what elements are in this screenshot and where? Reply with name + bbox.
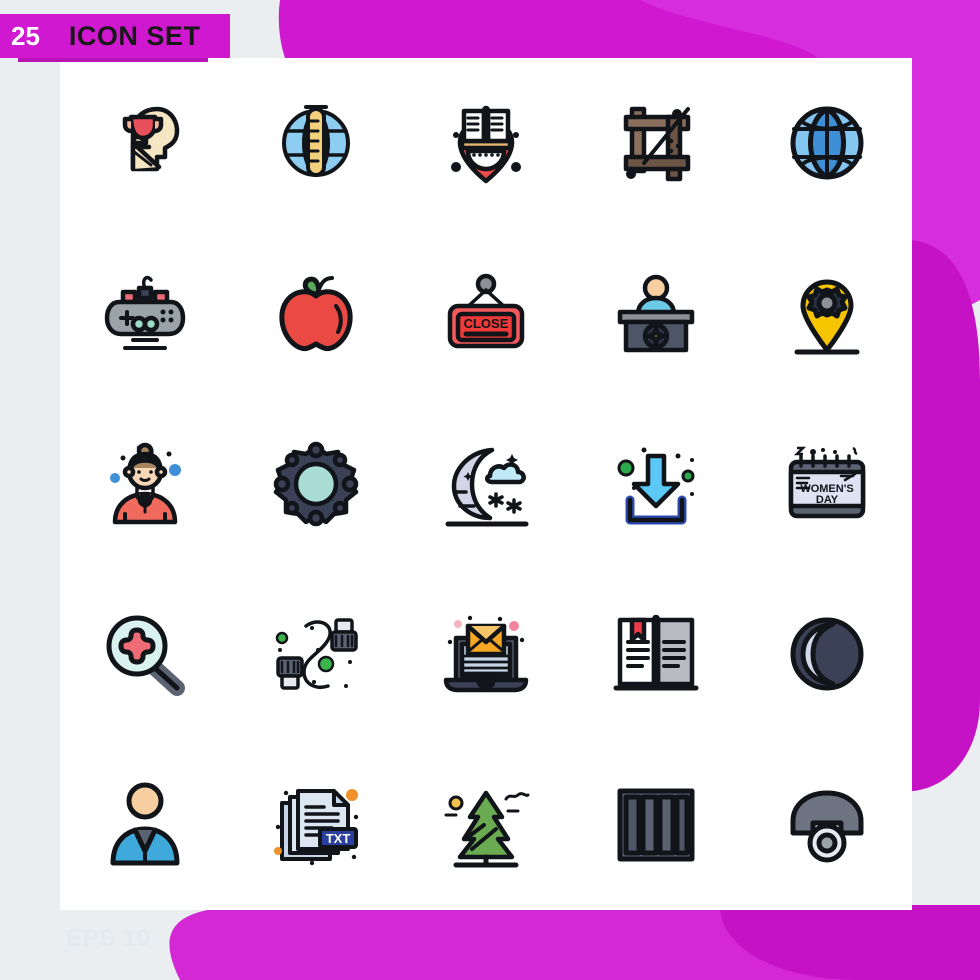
usb-cable-icon bbox=[275, 618, 358, 691]
calendar-line-2: DAY bbox=[816, 494, 839, 506]
icon-cell-4[interactable] bbox=[571, 58, 741, 228]
icon-cell-16[interactable] bbox=[60, 569, 230, 739]
gamepad-icon bbox=[104, 275, 186, 350]
apple-icon bbox=[279, 275, 353, 351]
moon-phase-icon bbox=[790, 617, 864, 691]
icon-cell-6[interactable] bbox=[60, 228, 230, 398]
icon-cell-8[interactable]: CLOSE bbox=[401, 228, 571, 398]
womens-day-calendar-icon: WOMEN'S DAY bbox=[788, 446, 866, 519]
icon-cell-18[interactable] bbox=[401, 569, 571, 739]
icon-cell-3[interactable] bbox=[401, 58, 571, 228]
reception-desk-icon bbox=[618, 274, 695, 352]
download-icon bbox=[617, 447, 695, 525]
title-underline bbox=[18, 58, 208, 62]
icon-cell-15[interactable]: WOMEN'S DAY bbox=[742, 399, 912, 569]
icon-cell-13[interactable] bbox=[401, 399, 571, 569]
icon-cell-11[interactable] bbox=[60, 399, 230, 569]
telephone-icon bbox=[790, 790, 864, 863]
icon-cell-2[interactable] bbox=[230, 58, 400, 228]
icon-cell-25[interactable] bbox=[742, 740, 912, 910]
night-snow-icon bbox=[445, 447, 529, 527]
header-bar: 25 ICON SET bbox=[0, 14, 200, 58]
icon-cell-23[interactable] bbox=[401, 740, 571, 910]
close-sign-text: CLOSE bbox=[464, 316, 509, 331]
page-title: ICON SET bbox=[68, 20, 201, 51]
icon-grid: CLOSE WOMEN'S DAY TXT bbox=[60, 58, 912, 910]
heart-book-icon bbox=[450, 106, 521, 184]
txt-file-icon: TXT bbox=[273, 788, 358, 865]
icon-cell-22[interactable]: TXT bbox=[230, 740, 400, 910]
search-plus-icon bbox=[106, 615, 186, 697]
head-trophy-icon bbox=[122, 106, 180, 172]
laptop-email-icon bbox=[443, 616, 529, 693]
settings-gear-icon bbox=[273, 441, 358, 527]
icon-count-badge: 25 bbox=[0, 14, 51, 58]
globe-world-icon bbox=[790, 106, 864, 180]
icon-cell-10[interactable] bbox=[742, 228, 912, 398]
globe-thermometer-icon bbox=[281, 105, 350, 178]
icon-cell-7[interactable] bbox=[230, 228, 400, 398]
icon-cell-21[interactable] bbox=[60, 740, 230, 910]
icon-cell-14[interactable] bbox=[571, 399, 741, 569]
icon-cell-24[interactable] bbox=[571, 740, 741, 910]
open-book-icon bbox=[613, 615, 699, 691]
icon-cell-20[interactable] bbox=[742, 569, 912, 739]
icon-cell-12[interactable] bbox=[230, 399, 400, 569]
icon-cell-9[interactable] bbox=[571, 228, 741, 398]
woman-avatar-icon bbox=[110, 442, 182, 525]
icon-cell-19[interactable] bbox=[571, 569, 741, 739]
columns-layout-icon bbox=[617, 788, 695, 862]
eps-format-label: EPS 10 bbox=[66, 925, 151, 952]
icon-cell-5[interactable] bbox=[742, 58, 912, 228]
icon-cell-17[interactable] bbox=[230, 569, 400, 739]
icon-cell-1[interactable] bbox=[60, 58, 230, 228]
location-settings-icon bbox=[794, 279, 860, 355]
crop-tool-icon bbox=[624, 106, 691, 182]
businessman-icon bbox=[110, 782, 180, 866]
pine-tree-icon bbox=[444, 790, 530, 868]
close-sign-icon: CLOSE bbox=[447, 273, 525, 348]
file-format-badge: TXT bbox=[325, 831, 350, 846]
